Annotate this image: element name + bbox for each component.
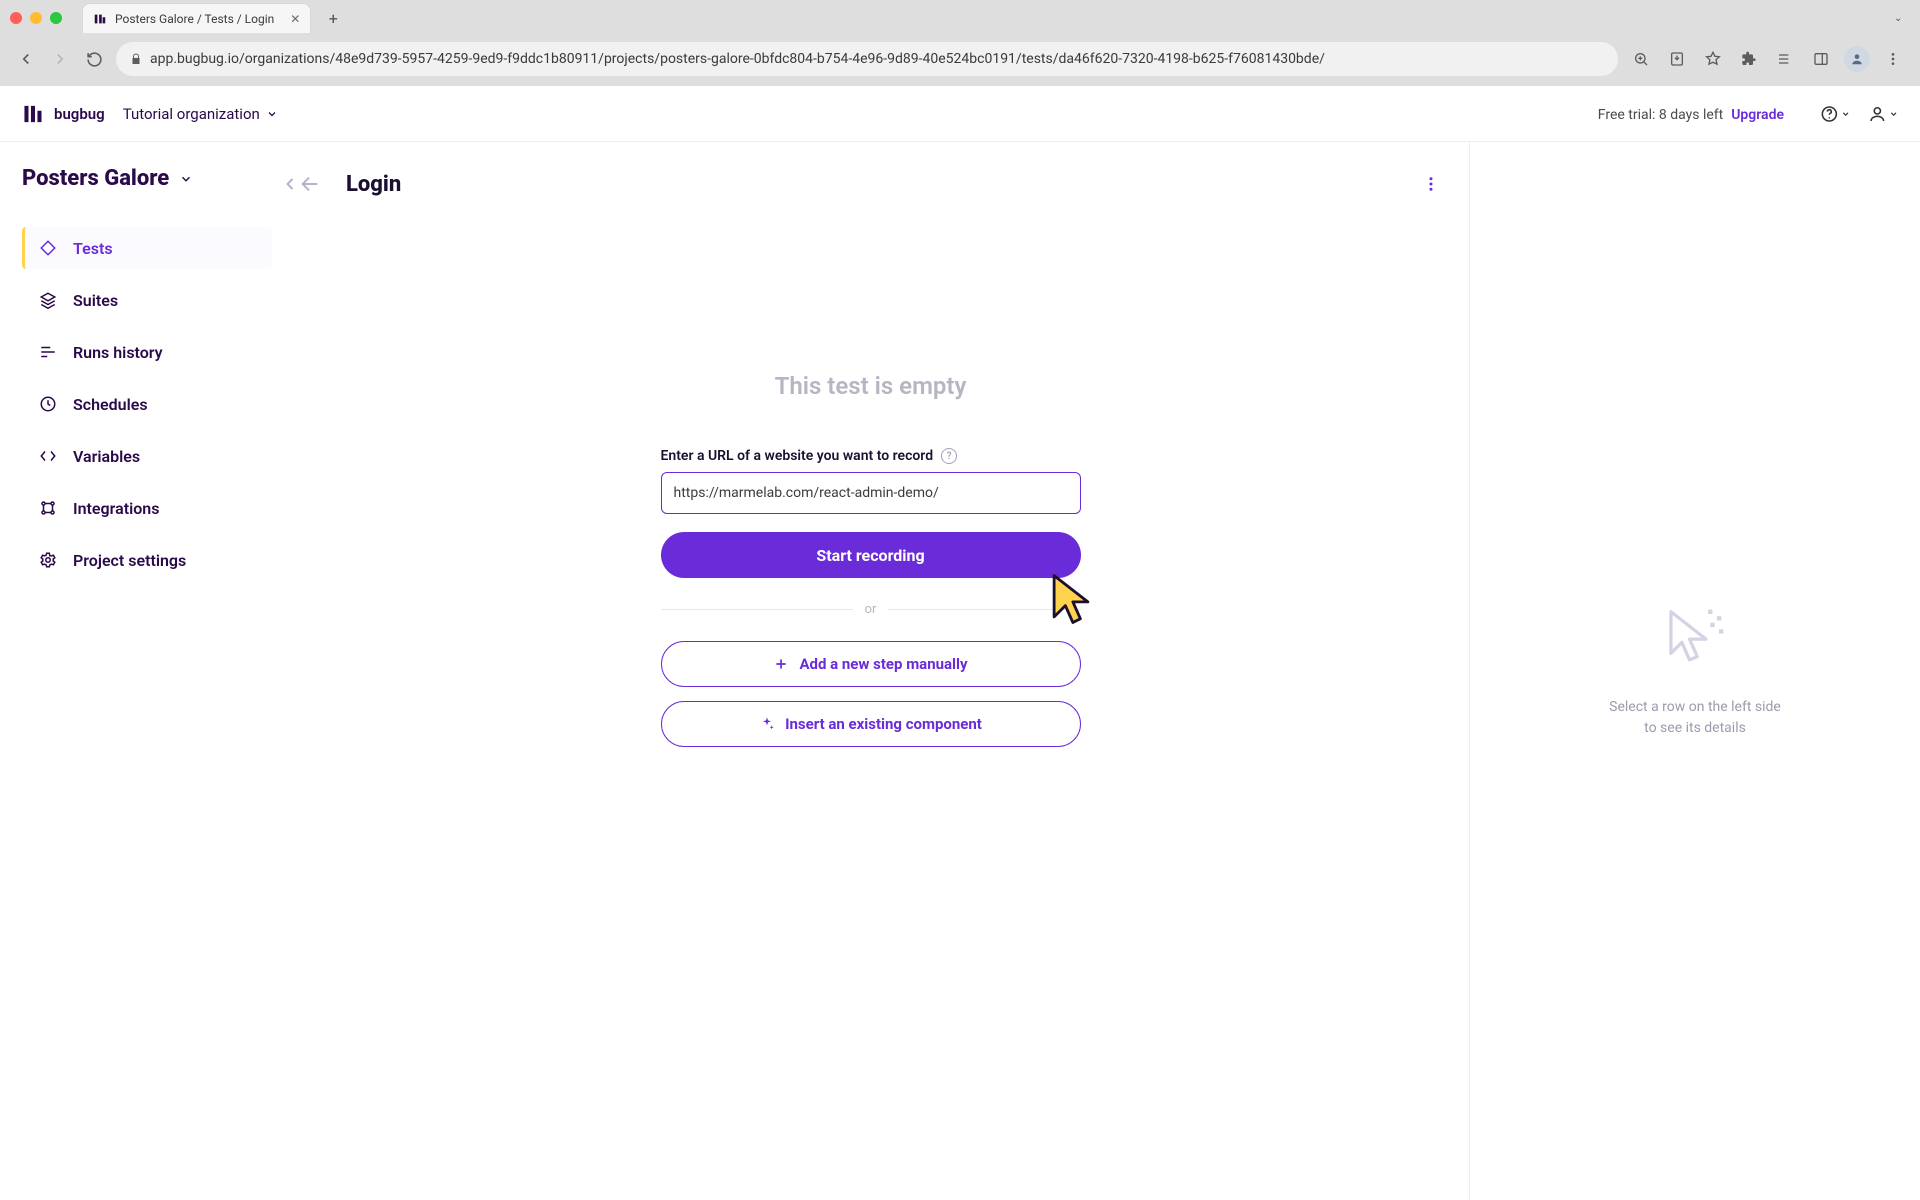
trial-status: Free trial: 8 days left Upgrade bbox=[1598, 104, 1784, 123]
tab-overflow-icon[interactable]: ⌄ bbox=[1894, 13, 1910, 24]
brand-name: bugbug bbox=[54, 105, 105, 123]
help-icon[interactable]: ? bbox=[941, 448, 957, 464]
page-title: Login bbox=[346, 172, 401, 197]
forward-button[interactable] bbox=[48, 47, 72, 71]
lock-icon bbox=[130, 53, 142, 65]
extensions-icon[interactable] bbox=[1736, 46, 1762, 72]
chevron-down-icon bbox=[179, 172, 193, 186]
sidebar-item-runs-history[interactable]: Runs history bbox=[22, 331, 272, 373]
clock-icon bbox=[37, 395, 59, 413]
side-nav: Tests Suites Runs history bbox=[22, 227, 272, 581]
new-tab-button[interactable]: + bbox=[319, 4, 347, 32]
sidebar-item-project-settings[interactable]: Project settings bbox=[22, 539, 272, 581]
test-actions-menu[interactable] bbox=[1417, 170, 1445, 198]
page-header: Login bbox=[272, 142, 1469, 202]
empty-state-title: This test is empty bbox=[775, 372, 967, 400]
sidebar-item-label: Tests bbox=[73, 239, 113, 258]
browser-toolbar bbox=[0, 36, 1920, 86]
chevron-down-icon bbox=[266, 108, 278, 120]
sidebar-item-label: Project settings bbox=[73, 551, 186, 570]
browser-tab[interactable]: Posters Galore / Tests / Login ✕ bbox=[82, 3, 311, 33]
add-step-button[interactable]: Add a new step manually bbox=[661, 641, 1081, 687]
account-menu[interactable] bbox=[1868, 99, 1898, 129]
sidebar-item-tests[interactable]: Tests bbox=[22, 227, 272, 269]
sidebar: Posters Galore Tests Suites bbox=[0, 142, 272, 1200]
app-header: bugbug Tutorial organization Free trial:… bbox=[0, 86, 1920, 142]
reading-list-icon[interactable] bbox=[1772, 46, 1798, 72]
url-field-label: Enter a URL of a website you want to rec… bbox=[661, 448, 1081, 464]
tab-strip: Posters Galore / Tests / Login ✕ + ⌄ bbox=[0, 0, 1920, 36]
detail-placeholder-text: Select a row on the left side to see its… bbox=[1609, 697, 1781, 739]
sidebar-item-schedules[interactable]: Schedules bbox=[22, 383, 272, 425]
start-recording-button[interactable]: Start recording bbox=[661, 532, 1081, 578]
app-root: bugbug Tutorial organization Free trial:… bbox=[0, 86, 1920, 1200]
window-controls[interactable] bbox=[10, 12, 62, 24]
empty-state: This test is empty Enter a URL of a webs… bbox=[272, 202, 1469, 1200]
minimize-window-icon[interactable] bbox=[30, 12, 42, 24]
integrations-icon bbox=[37, 499, 59, 517]
cursor-illustration bbox=[1041, 570, 1101, 630]
brand-logo[interactable]: bugbug bbox=[22, 101, 105, 127]
tab-title: Posters Galore / Tests / Login bbox=[115, 12, 274, 26]
organization-switcher[interactable]: Tutorial organization bbox=[123, 105, 278, 123]
record-url-input[interactable] bbox=[661, 472, 1081, 514]
trial-text: Free trial: 8 days left bbox=[1598, 107, 1723, 123]
or-divider: or bbox=[661, 602, 1081, 617]
browser-chrome: Posters Galore / Tests / Login ✕ + ⌄ bbox=[0, 0, 1920, 86]
tab-favicon bbox=[93, 12, 107, 26]
code-icon bbox=[37, 447, 59, 465]
placeholder-cursor-icon bbox=[1660, 603, 1730, 673]
back-button[interactable] bbox=[14, 47, 38, 71]
address-bar[interactable] bbox=[116, 42, 1618, 76]
maximize-window-icon[interactable] bbox=[50, 12, 62, 24]
plus-icon bbox=[773, 656, 789, 672]
help-menu[interactable] bbox=[1820, 99, 1850, 129]
runs-icon bbox=[37, 343, 59, 361]
gear-icon bbox=[37, 551, 59, 569]
organization-name: Tutorial organization bbox=[123, 105, 260, 123]
install-icon[interactable] bbox=[1664, 46, 1690, 72]
tab-close-icon[interactable]: ✕ bbox=[290, 12, 300, 26]
sidebar-item-integrations[interactable]: Integrations bbox=[22, 487, 272, 529]
close-window-icon[interactable] bbox=[10, 12, 22, 24]
back-arrow-icon bbox=[292, 166, 328, 202]
add-step-label: Add a new step manually bbox=[799, 655, 967, 673]
sidebar-item-label: Integrations bbox=[73, 499, 159, 518]
sidebar-item-variables[interactable]: Variables bbox=[22, 435, 272, 477]
sparkle-icon bbox=[759, 716, 775, 732]
detail-panel: Select a row on the left side to see its… bbox=[1470, 142, 1920, 1200]
insert-component-button[interactable]: Insert an existing component bbox=[661, 701, 1081, 747]
bookmark-icon[interactable] bbox=[1700, 46, 1726, 72]
project-switcher[interactable]: Posters Galore bbox=[22, 166, 272, 191]
sidebar-item-label: Variables bbox=[73, 447, 140, 466]
browser-menu-icon[interactable] bbox=[1880, 46, 1906, 72]
zoom-icon[interactable] bbox=[1628, 46, 1654, 72]
main-panel: Login This test is empty Enter a URL of … bbox=[272, 142, 1470, 1200]
layers-icon bbox=[37, 291, 59, 309]
sidebar-item-label: Schedules bbox=[73, 395, 148, 414]
upgrade-link[interactable]: Upgrade bbox=[1731, 107, 1784, 123]
url-input[interactable] bbox=[150, 51, 1604, 67]
sidebar-item-label: Suites bbox=[73, 291, 118, 310]
profile-avatar[interactable] bbox=[1844, 46, 1870, 72]
reload-button[interactable] bbox=[82, 47, 106, 71]
project-name: Posters Galore bbox=[22, 166, 169, 191]
diamond-icon bbox=[37, 239, 59, 257]
sidebar-item-suites[interactable]: Suites bbox=[22, 279, 272, 321]
side-panel-icon[interactable] bbox=[1808, 46, 1834, 72]
sidebar-item-label: Runs history bbox=[73, 343, 163, 362]
insert-component-label: Insert an existing component bbox=[785, 715, 982, 733]
